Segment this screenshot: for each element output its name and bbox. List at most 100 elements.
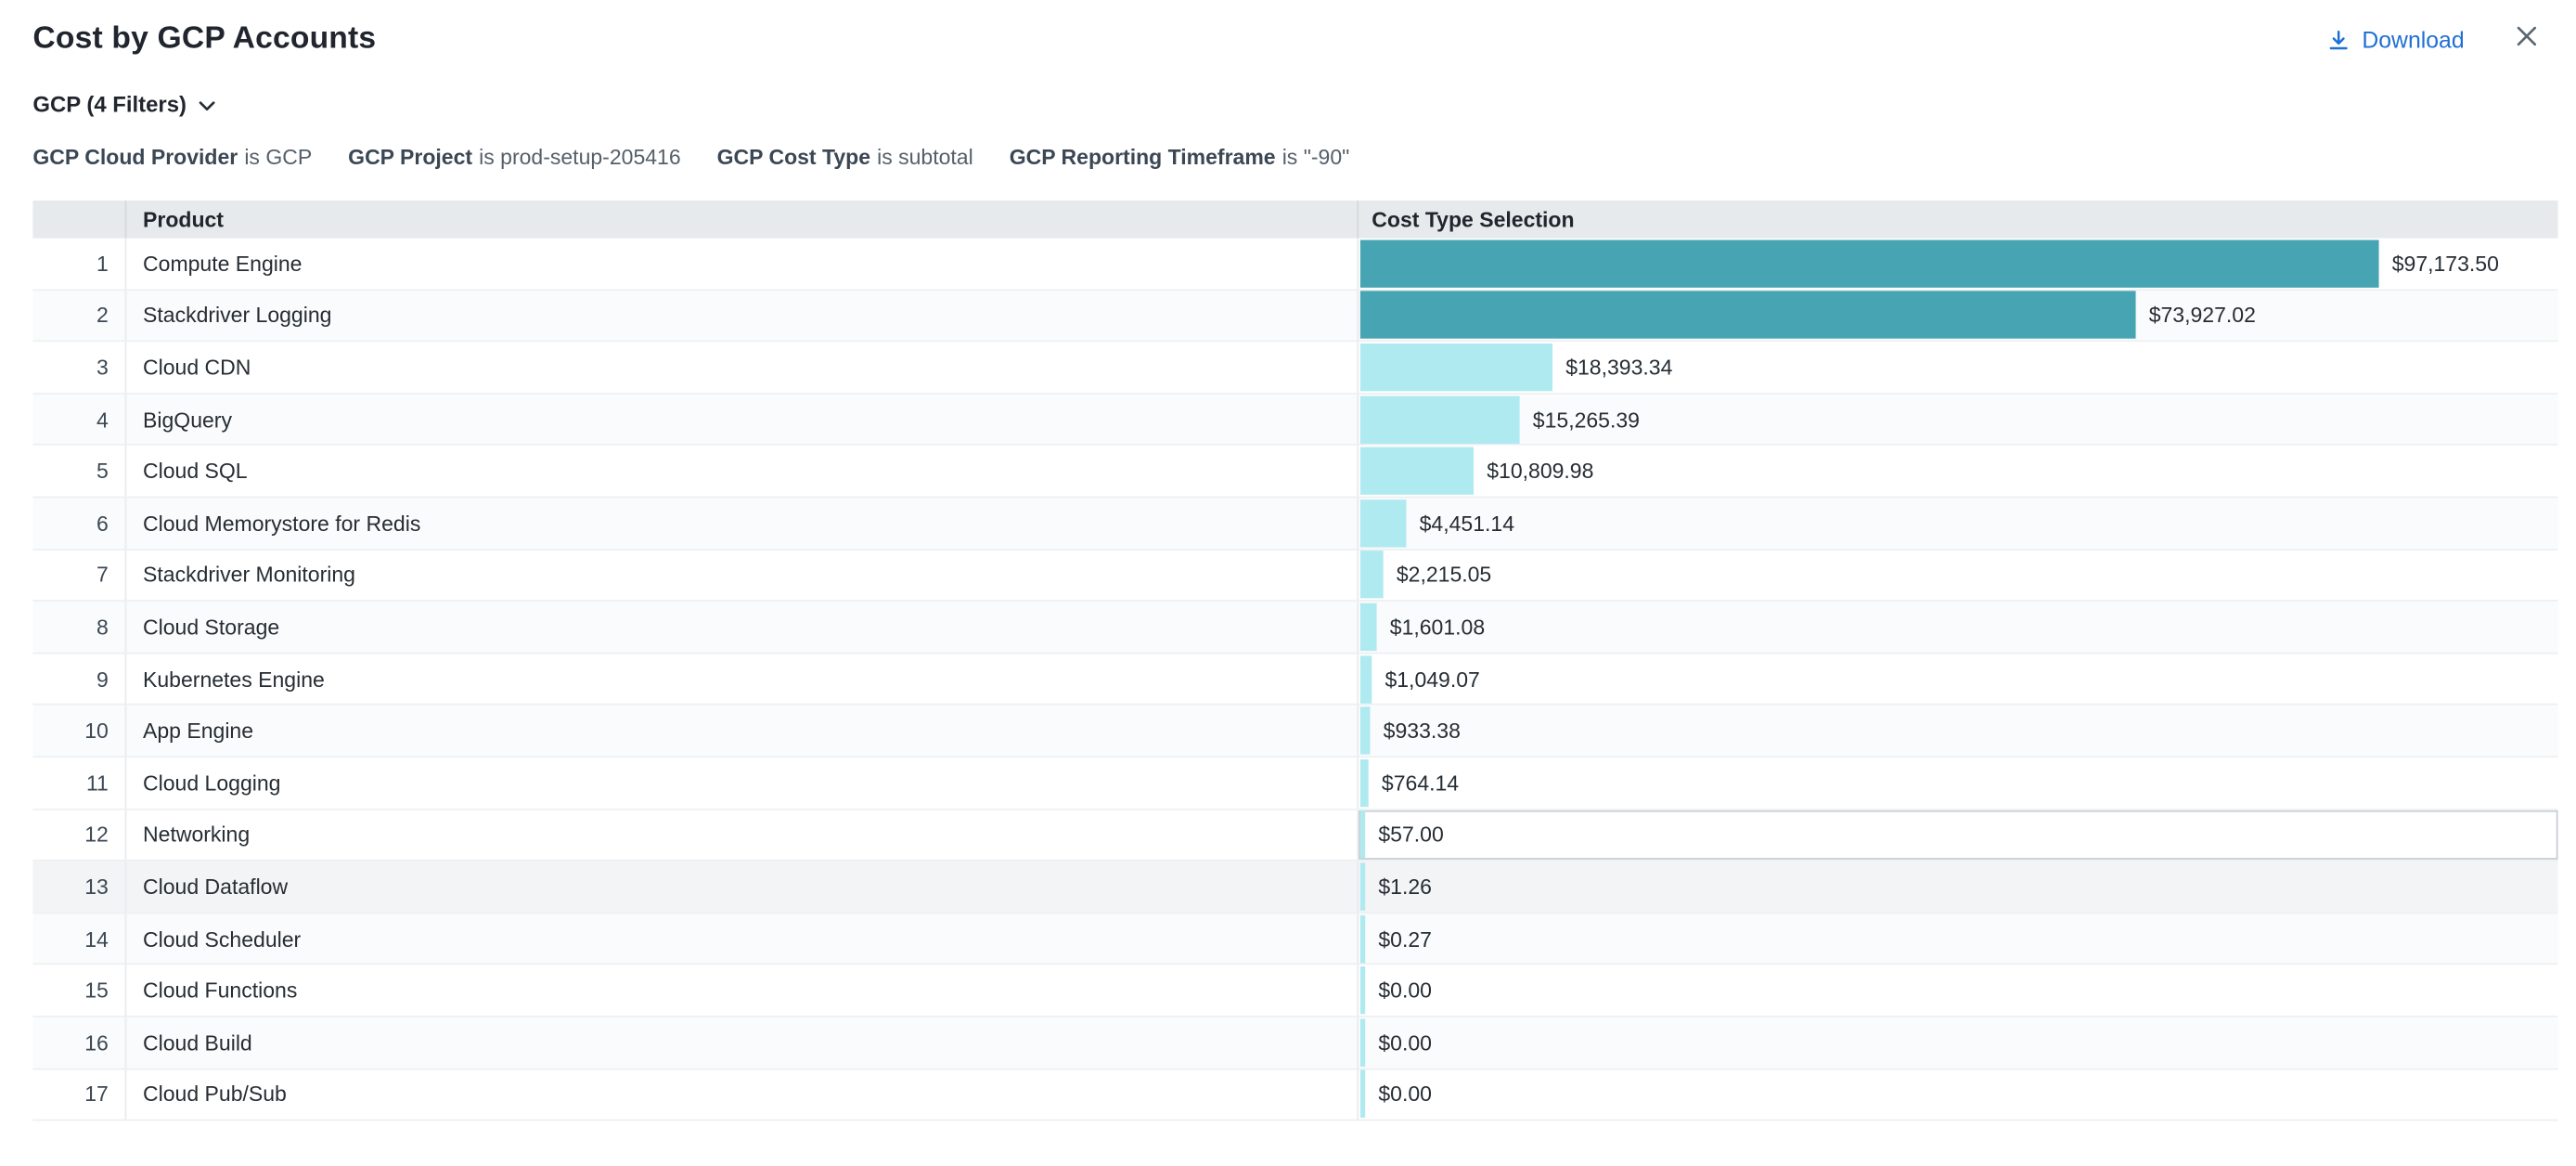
- cost-bar[interactable]: [1360, 499, 1407, 547]
- cost-bar[interactable]: [1360, 966, 1365, 1014]
- product-cell: Cloud Memorystore for Redis: [125, 498, 1358, 548]
- cost-value: $0.27: [1378, 926, 1432, 952]
- cost-bar[interactable]: [1360, 810, 1365, 858]
- cost-bar[interactable]: [1360, 1070, 1365, 1118]
- filter-field: GCP Cloud Provider: [32, 145, 238, 170]
- cost-cell: $0.00: [1357, 1017, 2557, 1068]
- table-row[interactable]: 5 Cloud SQL $10,809.98: [32, 446, 2557, 498]
- cost-bar[interactable]: [1360, 447, 1474, 495]
- cost-bar[interactable]: [1360, 343, 1552, 391]
- cost-by-gcp-accounts-panel: Cost by GCP Accounts Download GCP (4: [0, 0, 2576, 1166]
- table-row[interactable]: 3 Cloud CDN $18,393.34: [32, 343, 2557, 395]
- cost-value: $15,265.39: [1533, 407, 1640, 432]
- row-index: 9: [32, 654, 124, 704]
- cost-value: $764.14: [1382, 771, 1459, 796]
- product-cell: Stackdriver Logging: [125, 291, 1358, 341]
- product-cell: Cloud Scheduler: [125, 913, 1358, 964]
- product-cell: Cloud Dataflow: [125, 862, 1358, 912]
- column-header-cost[interactable]: Cost Type Selection: [1357, 201, 2557, 239]
- filter-item[interactable]: GCP Reporting Timeframeis "-90": [1010, 145, 1350, 170]
- page-title: Cost by GCP Accounts: [32, 21, 376, 58]
- close-button[interactable]: [2510, 23, 2543, 56]
- cost-value: $0.00: [1378, 1082, 1432, 1107]
- table-row[interactable]: 12 Networking $57.00: [32, 810, 2557, 862]
- row-index: 10: [32, 706, 124, 756]
- header-actions: Download: [2325, 23, 2543, 56]
- filter-field: GCP Reporting Timeframe: [1010, 145, 1276, 170]
- filter-item[interactable]: GCP Cloud Provideris GCP: [32, 145, 312, 170]
- cost-value: $1,049.07: [1385, 667, 1479, 692]
- table-row[interactable]: 8 Cloud Storage $1,601.08: [32, 602, 2557, 654]
- row-index: 16: [32, 1017, 124, 1068]
- table-header-row: Product Cost Type Selection: [32, 201, 2557, 239]
- cost-cell: $1,601.08: [1357, 602, 2557, 652]
- cost-cell: $0.27: [1357, 913, 2557, 964]
- filter-field: GCP Project: [348, 145, 472, 170]
- table-row[interactable]: 1 Compute Engine $97,173.50: [32, 239, 2557, 291]
- row-index: 2: [32, 291, 124, 341]
- cost-value: $0.00: [1378, 978, 1432, 1004]
- table-row[interactable]: 4 BigQuery $15,265.39: [32, 395, 2557, 447]
- filter-condition: is "-90": [1282, 145, 1350, 170]
- cost-value: $73,927.02: [2149, 303, 2256, 328]
- column-header-product[interactable]: Product: [125, 201, 1358, 239]
- cost-value: $933.38: [1384, 719, 1461, 744]
- close-icon: [2515, 24, 2538, 56]
- filter-condition: is prod-setup-205416: [479, 145, 681, 170]
- table-row[interactable]: 10 App Engine $933.38: [32, 706, 2557, 758]
- cost-bar[interactable]: [1360, 914, 1365, 962]
- row-index: 3: [32, 343, 124, 393]
- filter-condition: is subtotal: [877, 145, 973, 170]
- product-cell: Cloud Logging: [125, 758, 1358, 808]
- cost-table: Product Cost Type Selection 1 Compute En…: [32, 201, 2557, 1121]
- filter-field: GCP Cost Type: [717, 145, 870, 170]
- product-cell: App Engine: [125, 706, 1358, 756]
- cost-bar[interactable]: [1360, 603, 1377, 651]
- row-index: 12: [32, 810, 124, 860]
- cost-bar[interactable]: [1360, 758, 1369, 806]
- table-row[interactable]: 17 Cloud Pub/Sub $0.00: [32, 1069, 2557, 1121]
- product-cell: Kubernetes Engine: [125, 654, 1358, 704]
- filters-summary-toggle[interactable]: GCP (4 Filters): [32, 92, 214, 117]
- product-cell: Cloud Build: [125, 1017, 1358, 1068]
- cost-cell: $4,451.14: [1357, 498, 2557, 548]
- row-index: 7: [32, 550, 124, 600]
- table-row[interactable]: 15 Cloud Functions $0.00: [32, 965, 2557, 1017]
- product-cell: BigQuery: [125, 395, 1358, 445]
- cost-bar[interactable]: [1360, 655, 1372, 703]
- table-row[interactable]: 7 Stackdriver Monitoring $2,215.05: [32, 550, 2557, 602]
- table-row[interactable]: 2 Stackdriver Logging $73,927.02: [32, 291, 2557, 343]
- cost-cell: $15,265.39: [1357, 395, 2557, 445]
- cost-bar[interactable]: [1360, 395, 1520, 443]
- table-row[interactable]: 6 Cloud Memorystore for Redis $4,451.14: [32, 498, 2557, 550]
- table-row[interactable]: 16 Cloud Build $0.00: [32, 1017, 2557, 1069]
- filters-summary-label: GCP (4 Filters): [32, 92, 187, 117]
- cost-bar[interactable]: [1360, 862, 1365, 910]
- cost-cell: $1,049.07: [1357, 654, 2557, 704]
- filter-condition: is GCP: [244, 145, 312, 170]
- download-button[interactable]: Download: [2325, 26, 2464, 52]
- row-index: 1: [32, 239, 124, 289]
- product-cell: Cloud Storage: [125, 602, 1358, 652]
- cost-value: $57.00: [1378, 823, 1443, 848]
- download-icon: [2325, 27, 2351, 52]
- cost-cell: $0.00: [1357, 1069, 2557, 1120]
- cost-bar[interactable]: [1360, 707, 1371, 755]
- table-body: 1 Compute Engine $97,173.50 2 Stackdrive…: [32, 239, 2557, 1121]
- filter-item[interactable]: GCP Project is prod-setup-205416: [348, 145, 680, 170]
- panel-header: Cost by GCP Accounts Download: [0, 0, 2576, 58]
- cost-bar[interactable]: [1360, 240, 2379, 287]
- product-cell: Cloud Pub/Sub: [125, 1069, 1358, 1120]
- filter-item[interactable]: GCP Cost Type is subtotal: [717, 145, 973, 170]
- table-row[interactable]: 9 Kubernetes Engine $1,049.07: [32, 654, 2557, 706]
- cost-bar[interactable]: [1360, 292, 2136, 339]
- table-row[interactable]: 13 Cloud Dataflow $1.26: [32, 862, 2557, 913]
- product-cell: Cloud SQL: [125, 446, 1358, 496]
- table-row[interactable]: 14 Cloud Scheduler $0.27: [32, 913, 2557, 965]
- row-index: 11: [32, 758, 124, 808]
- cost-bar[interactable]: [1360, 1018, 1365, 1066]
- cost-value: $1,601.08: [1390, 615, 1485, 640]
- cost-value: $2,215.05: [1397, 563, 1491, 588]
- cost-bar[interactable]: [1360, 551, 1384, 599]
- table-row[interactable]: 11 Cloud Logging $764.14: [32, 758, 2557, 810]
